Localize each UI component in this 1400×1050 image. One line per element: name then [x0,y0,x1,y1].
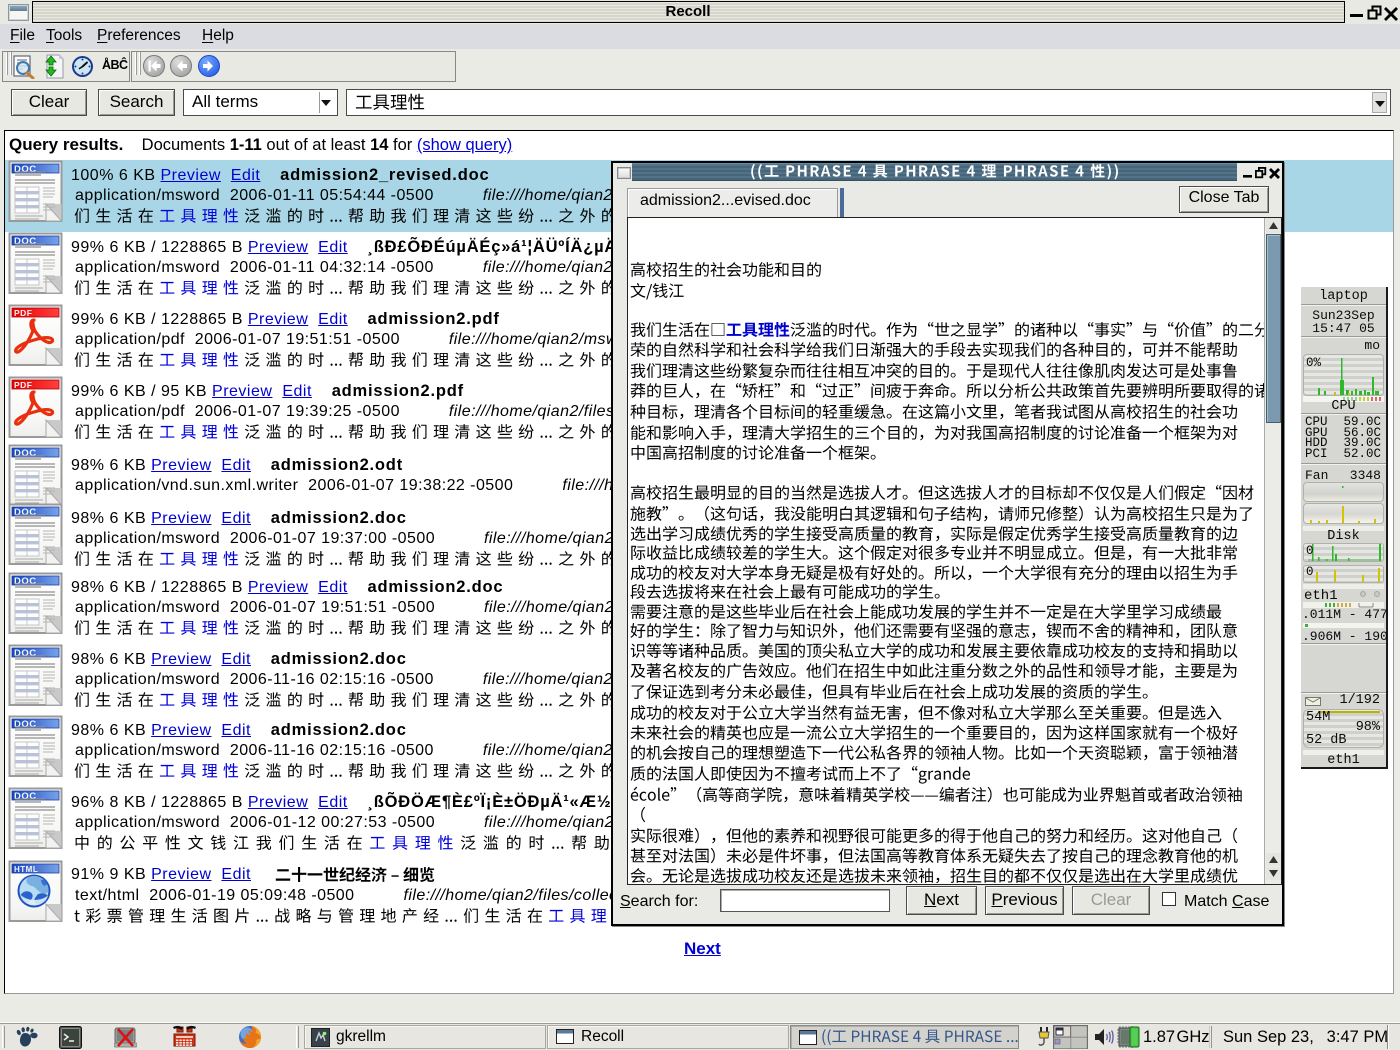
svg-text:DOC: DOC [14,448,37,459]
svg-text:DOC: DOC [14,791,37,802]
svg-text:DOC: DOC [14,236,37,247]
svg-text:DOC: DOC [14,576,37,587]
svg-text:HTML: HTML [14,865,38,874]
svg-text:DOC: DOC [14,648,37,659]
svg-text:DOC: DOC [14,719,37,730]
svg-text:PDF: PDF [14,380,33,390]
svg-text:PDF: PDF [14,308,33,318]
svg-text:DOC: DOC [14,164,37,175]
svg-text:DOC: DOC [14,507,37,518]
